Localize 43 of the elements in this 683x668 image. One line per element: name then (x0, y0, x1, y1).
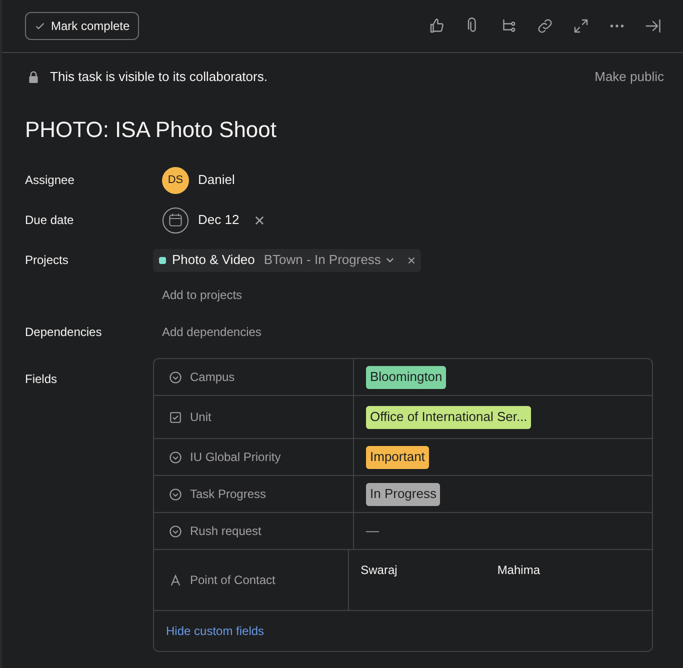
project-section: BTown - In Progress (264, 250, 381, 270)
close-icon[interactable] (255, 216, 264, 224)
field-value-tag[interactable]: In Progress (366, 482, 440, 506)
check-icon (34, 20, 46, 32)
add-to-projects-button[interactable]: Add to projects (162, 286, 242, 304)
assignee-name[interactable]: Daniel (198, 170, 235, 190)
field-name: Unit (190, 409, 212, 426)
make-public-link[interactable]: Make public (594, 67, 664, 87)
project-name: Photo & Video (172, 251, 255, 270)
privacy-notice: This task is visible to its collaborators. (50, 68, 268, 86)
add-dependencies-button[interactable]: Add dependencies (162, 323, 262, 341)
project-chip[interactable]: Photo & Video BTown - In Progress (153, 248, 421, 272)
calendar-icon[interactable] (162, 206, 189, 234)
field-value-tag[interactable]: Bloomington (366, 366, 446, 388)
chevron-circle-icon (169, 524, 182, 538)
person-name[interactable]: Swaraj (360, 561, 398, 579)
field-name: Rush request (190, 523, 262, 540)
close-icon[interactable] (408, 256, 415, 264)
field-label: Dependencies (25, 324, 103, 341)
due-date-value[interactable]: Dec 12 (198, 210, 240, 230)
field-name: Task Progress (190, 486, 266, 503)
field-value-tag[interactable]: Important (366, 446, 429, 468)
chevron-circle-icon (169, 370, 182, 384)
checkbox-icon (169, 410, 182, 424)
field-label: Fields (25, 371, 58, 388)
hide-custom-fields-link[interactable]: Hide custom fields (166, 622, 264, 640)
field-label: Assignee (25, 172, 76, 189)
field-value[interactable]: — (366, 521, 379, 541)
field-label: Due date (25, 212, 75, 229)
field-name: Campus (190, 369, 235, 386)
lock-icon (28, 71, 39, 83)
field-name: Point of Contact (190, 572, 276, 589)
chevron-circle-icon (169, 450, 182, 464)
person-name[interactable]: Mahima (497, 561, 540, 579)
field-label: Projects (25, 252, 70, 269)
chevron-circle-icon (169, 488, 182, 500)
task-title: PHOTO: ISA Photo Shoot (25, 116, 278, 144)
chevron-down-icon[interactable] (386, 256, 394, 264)
field-value-tag[interactable]: Office of International Ser... (366, 406, 532, 428)
avatar: DS (162, 166, 189, 194)
field-name: IU Global Priority (190, 449, 281, 466)
letter-a-icon (169, 574, 182, 586)
mark-complete-button[interactable]: Mark complete (25, 12, 139, 40)
